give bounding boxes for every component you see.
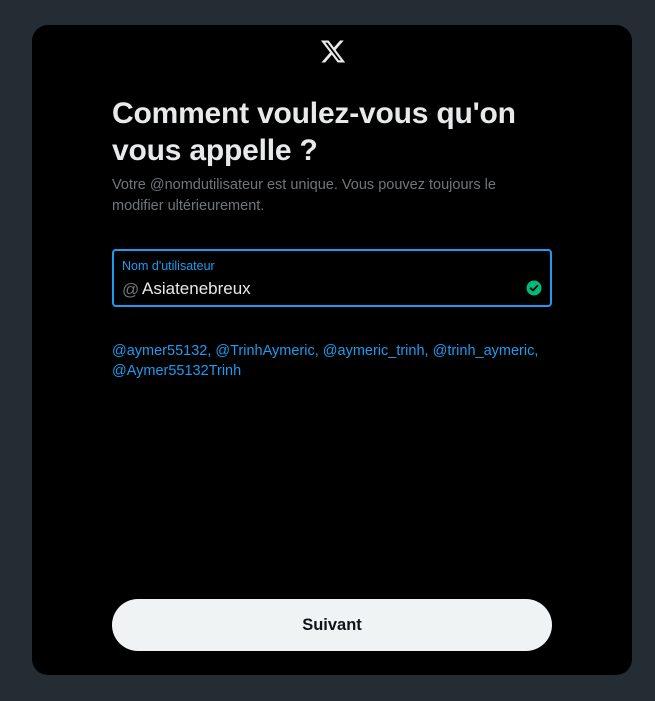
check-circle-icon <box>526 280 542 296</box>
dialog-content: Comment voulez-vous qu'on vous appelle ?… <box>112 95 552 381</box>
username-field-label: Nom d'utilisateur <box>122 259 215 273</box>
suggestion-link[interactable]: @aymeric_trinh <box>323 343 425 359</box>
username-field[interactable]: Nom d'utilisateur @ <box>112 249 552 307</box>
x-logo-icon <box>320 40 346 63</box>
page-title: Comment voulez-vous qu'on vous appelle ? <box>112 97 516 167</box>
suggestion-link[interactable]: @aymer55132 <box>112 343 207 359</box>
suggestion-link[interactable]: @Aymer55132Trinh <box>112 363 241 379</box>
suggestion-link[interactable]: @TrinhAymeric <box>215 343 314 359</box>
page-subtitle: Votre @nomdutilisateur est unique. Vous … <box>112 177 496 214</box>
username-suggestions: @aymer55132, @TrinhAymeric, @aymeric_tri… <box>112 343 539 379</box>
signup-dialog: Comment voulez-vous qu'on vous appelle ?… <box>32 25 632 675</box>
at-prefix: @ <box>122 280 140 299</box>
username-input[interactable] <box>142 278 512 300</box>
next-button[interactable]: Suivant <box>112 599 552 651</box>
suggestion-link[interactable]: @trinh_aymeric <box>433 343 535 359</box>
